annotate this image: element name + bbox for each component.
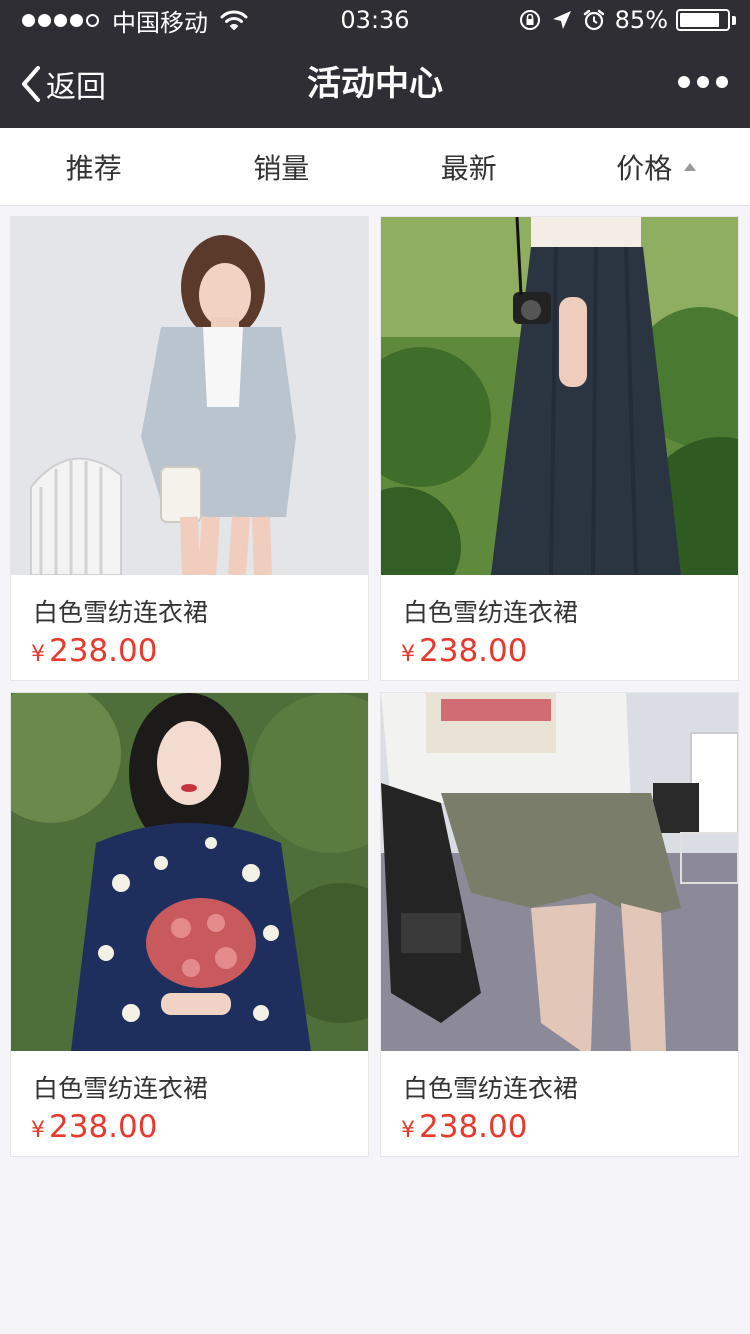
currency-symbol: ¥ bbox=[31, 1118, 45, 1143]
product-image[interactable] bbox=[381, 693, 738, 1051]
currency-symbol: ¥ bbox=[401, 642, 415, 667]
product-title: 白色雪纺连衣裙 bbox=[403, 598, 579, 627]
price-value: 238.00 bbox=[49, 633, 158, 669]
product-card[interactable]: 白色雪纺连衣裙 ¥ 238.00 bbox=[10, 692, 369, 1157]
product-image[interactable] bbox=[11, 693, 368, 1051]
tab-label: 推荐 bbox=[65, 151, 122, 185]
battery-icon bbox=[676, 9, 730, 31]
battery-tip bbox=[732, 15, 736, 25]
product-price: ¥ 238.00 bbox=[401, 1109, 527, 1145]
nav-bar: 返回 活动中心 bbox=[0, 40, 750, 128]
status-bar-right: 85% bbox=[519, 6, 736, 34]
price-value: 238.00 bbox=[419, 1109, 528, 1145]
product-image[interactable] bbox=[381, 217, 738, 575]
price-value: 238.00 bbox=[49, 1109, 158, 1145]
battery-level-fill bbox=[680, 13, 719, 27]
product-price: ¥ 238.00 bbox=[31, 633, 157, 669]
tab-sales[interactable]: 销量 bbox=[188, 128, 376, 205]
alarm-clock-icon bbox=[583, 9, 604, 31]
currency-symbol: ¥ bbox=[31, 642, 45, 667]
product-title: 白色雪纺连衣裙 bbox=[33, 1074, 209, 1103]
currency-symbol: ¥ bbox=[401, 1118, 415, 1143]
price-value: 238.00 bbox=[419, 633, 528, 669]
product-card[interactable]: 白色雪纺连衣裙 ¥ 238.00 bbox=[380, 216, 739, 681]
page-title: 活动中心 bbox=[307, 64, 443, 104]
product-price: ¥ 238.00 bbox=[401, 633, 527, 669]
product-card[interactable]: 白色雪纺连衣裙 ¥ 238.00 bbox=[380, 692, 739, 1157]
sort-ascending-icon bbox=[684, 162, 697, 171]
tab-label: 价格 bbox=[616, 151, 673, 185]
battery-percent: 85% bbox=[614, 6, 668, 34]
tab-label: 最新 bbox=[440, 151, 497, 185]
tab-price[interactable]: 价格 bbox=[563, 128, 750, 205]
top-bar: 中国移动 03:36 85% 返回 活动中心 bbox=[0, 0, 750, 128]
product-title: 白色雪纺连衣裙 bbox=[403, 1074, 579, 1103]
tab-recommended[interactable]: 推荐 bbox=[0, 128, 188, 205]
product-price: ¥ 238.00 bbox=[31, 1109, 157, 1145]
sort-tabs: 推荐 销量 最新 价格 bbox=[0, 128, 750, 206]
more-dots-icon[interactable] bbox=[671, 76, 728, 88]
tab-label: 销量 bbox=[253, 151, 310, 185]
rotation-lock-icon bbox=[519, 10, 540, 30]
product-title: 白色雪纺连衣裙 bbox=[33, 598, 209, 627]
product-image[interactable] bbox=[11, 217, 368, 575]
tab-newest[interactable]: 最新 bbox=[375, 128, 563, 205]
location-arrow-icon bbox=[552, 11, 571, 29]
product-card[interactable]: 白色雪纺连衣裙 ¥ 238.00 bbox=[10, 216, 369, 681]
status-bar: 中国移动 03:36 85% bbox=[0, 0, 750, 40]
